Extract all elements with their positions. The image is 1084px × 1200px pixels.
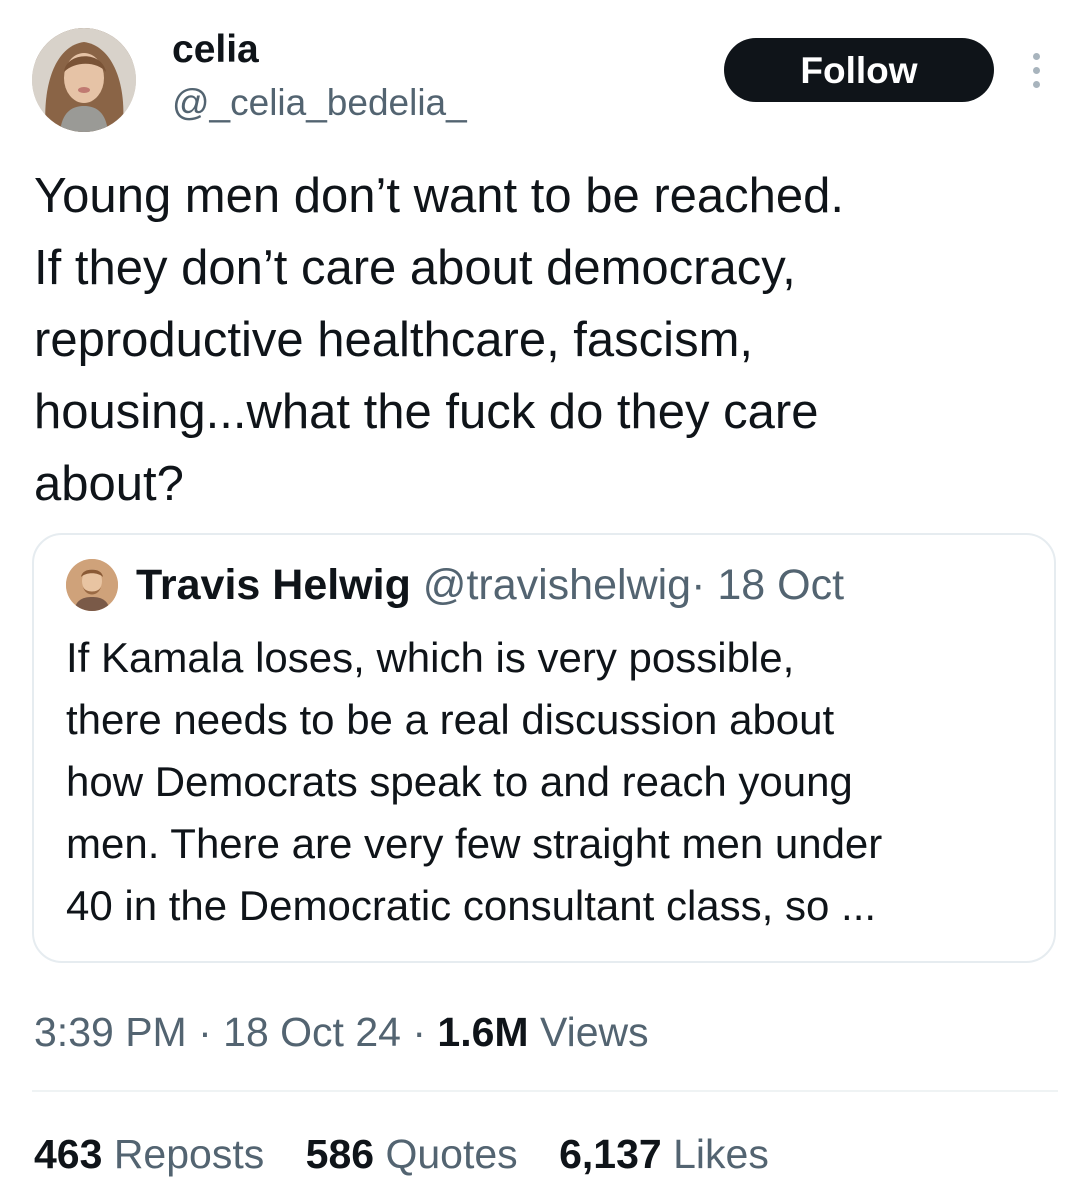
- quoted-text-line: how Democrats speak to and reach young: [66, 758, 853, 805]
- likes-stat[interactable]: 6,137 Likes: [559, 1126, 769, 1182]
- quoted-author-handle[interactable]: @travishelwig: [423, 561, 691, 609]
- reposts-label: Reposts: [113, 1131, 265, 1177]
- quoted-author-name[interactable]: Travis Helwig: [136, 561, 411, 609]
- quoted-tweet-date[interactable]: 18 Oct: [717, 561, 844, 609]
- quoted-tweet-header: Travis Helwig @travishelwig· 18 Oct: [136, 559, 844, 611]
- views-count: 1.6M: [437, 1009, 529, 1055]
- more-dot: [1032, 52, 1040, 60]
- author-display-name[interactable]: celia: [172, 28, 259, 72]
- tweet-text-line: If they don’t care about democracy,: [34, 241, 796, 295]
- tweet-text-line: housing...what the fuck do they care: [34, 385, 819, 439]
- divider: [32, 1090, 1058, 1092]
- follow-button[interactable]: Follow: [724, 38, 994, 102]
- tweet-text-line: Young men don’t want to be reached.: [34, 169, 845, 223]
- views-label: Views: [539, 1009, 649, 1055]
- likes-count: 6,137: [559, 1131, 662, 1177]
- meta-separator: ·: [412, 1009, 427, 1055]
- quoted-author-avatar[interactable]: [66, 559, 118, 611]
- tweet-meta: 3:39 PM · 18 Oct 24 · 1.6M Views: [34, 1004, 649, 1060]
- reposts-count: 463: [34, 1131, 103, 1177]
- reposts-stat[interactable]: 463 Reposts: [34, 1126, 264, 1182]
- tweet-text-line: about?: [34, 457, 184, 511]
- tweet: celia @_celia_bedelia_ Follow Young men …: [0, 0, 1084, 1200]
- engagement-stats: 463 Reposts 586 Quotes 6,137 Likes: [34, 1126, 799, 1182]
- likes-label: Likes: [673, 1131, 769, 1177]
- quoted-text-line: If Kamala loses, which is very possible,: [66, 634, 795, 681]
- tweet-time[interactable]: 3:39 PM: [34, 1009, 187, 1055]
- quoted-tweet-card[interactable]: Travis Helwig @travishelwig· 18 Oct If K…: [32, 533, 1056, 963]
- quotes-label: Quotes: [385, 1131, 518, 1177]
- quotes-stat[interactable]: 586 Quotes: [306, 1126, 518, 1182]
- author-avatar[interactable]: [32, 28, 136, 132]
- quoted-separator: ·: [691, 561, 706, 609]
- quotes-count: 586: [305, 1131, 375, 1177]
- more-dot: [1032, 66, 1040, 74]
- quoted-text-line: 40 in the Democratic consultant class, s…: [66, 882, 877, 929]
- tweet-date[interactable]: 18 Oct 24: [223, 1009, 401, 1055]
- tweet-text-line: reproductive healthcare, fascism,: [34, 313, 753, 367]
- meta-separator: ·: [198, 1009, 212, 1055]
- author-handle[interactable]: @_celia_bedelia_: [172, 82, 467, 124]
- more-dot: [1032, 80, 1040, 88]
- quoted-text-line: men. There are very few straight men und…: [66, 820, 883, 867]
- quoted-tweet-text: If Kamala loses, which is very possible,…: [66, 627, 1046, 937]
- tweet-text: Young men don’t want to be reached. If t…: [34, 160, 1044, 520]
- quoted-text-line: there needs to be a real discussion abou…: [66, 696, 835, 743]
- more-options-icon[interactable]: [1018, 44, 1054, 96]
